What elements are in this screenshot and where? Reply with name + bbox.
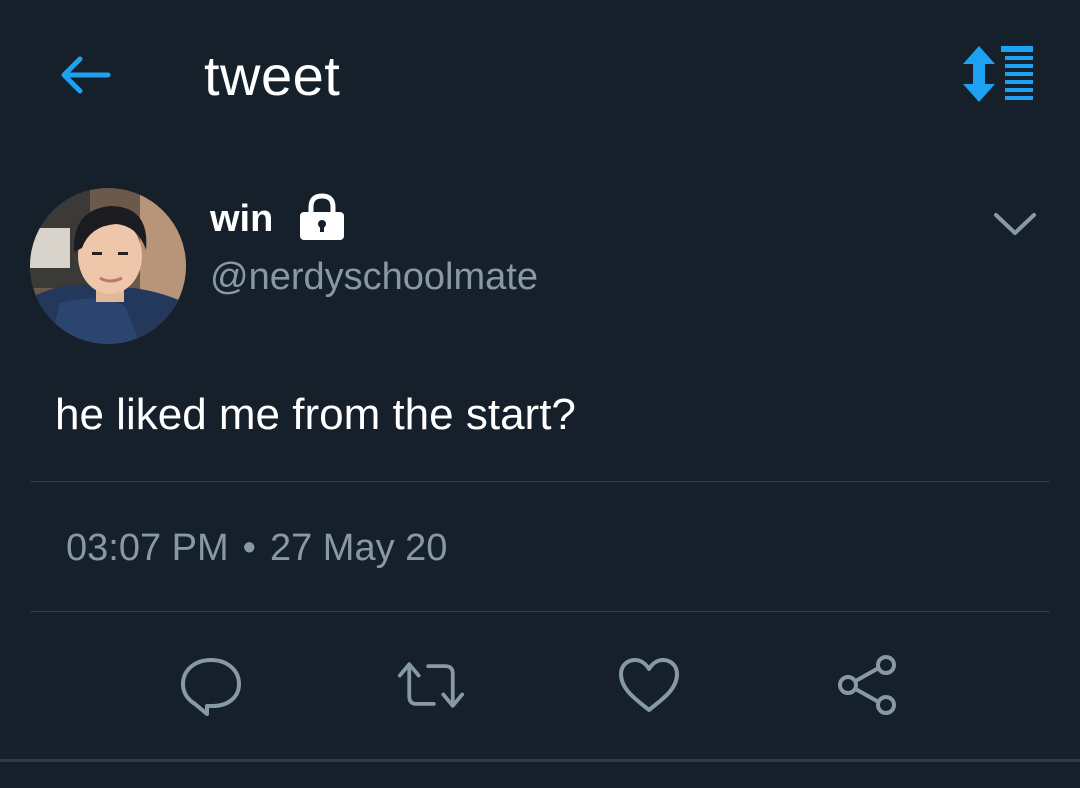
tweet-time: 03:07 PM bbox=[66, 527, 229, 569]
lock-icon bbox=[298, 192, 346, 242]
reply-button[interactable] bbox=[176, 650, 246, 720]
profile-photo bbox=[30, 188, 186, 344]
share-button[interactable] bbox=[834, 650, 904, 720]
retweet-icon bbox=[397, 662, 465, 708]
arrow-left-icon bbox=[61, 56, 111, 94]
share-icon bbox=[838, 655, 896, 715]
page-title: tweet bbox=[204, 44, 341, 107]
tweet-screen: tweet win @nerdyschoolmate he liked me f… bbox=[0, 0, 1080, 788]
tweet-options-button[interactable] bbox=[990, 205, 1040, 245]
tweet-timestamp: 03:07 PM • 27 May 20 bbox=[66, 524, 447, 572]
heart-icon bbox=[619, 658, 679, 712]
divider bbox=[30, 611, 1050, 612]
author-display-name[interactable]: win bbox=[210, 196, 273, 242]
chevron-down-icon bbox=[994, 213, 1036, 235]
timestamp-separator: • bbox=[242, 527, 256, 569]
divider bbox=[30, 481, 1050, 482]
back-button[interactable] bbox=[55, 50, 115, 100]
reply-icon bbox=[181, 658, 241, 716]
sort-order-button[interactable] bbox=[955, 44, 1035, 106]
top-app-bar: tweet bbox=[0, 0, 1080, 150]
sort-order-icon bbox=[963, 46, 1033, 102]
like-button[interactable] bbox=[614, 650, 684, 720]
retweet-button[interactable] bbox=[396, 650, 466, 720]
bottom-divider bbox=[0, 759, 1080, 762]
tweet-date: 27 May 20 bbox=[269, 527, 448, 569]
avatar[interactable] bbox=[30, 188, 186, 344]
tweet-text: he liked me from the start? bbox=[55, 390, 576, 439]
author-username[interactable]: @nerdyschoolmate bbox=[210, 254, 538, 300]
